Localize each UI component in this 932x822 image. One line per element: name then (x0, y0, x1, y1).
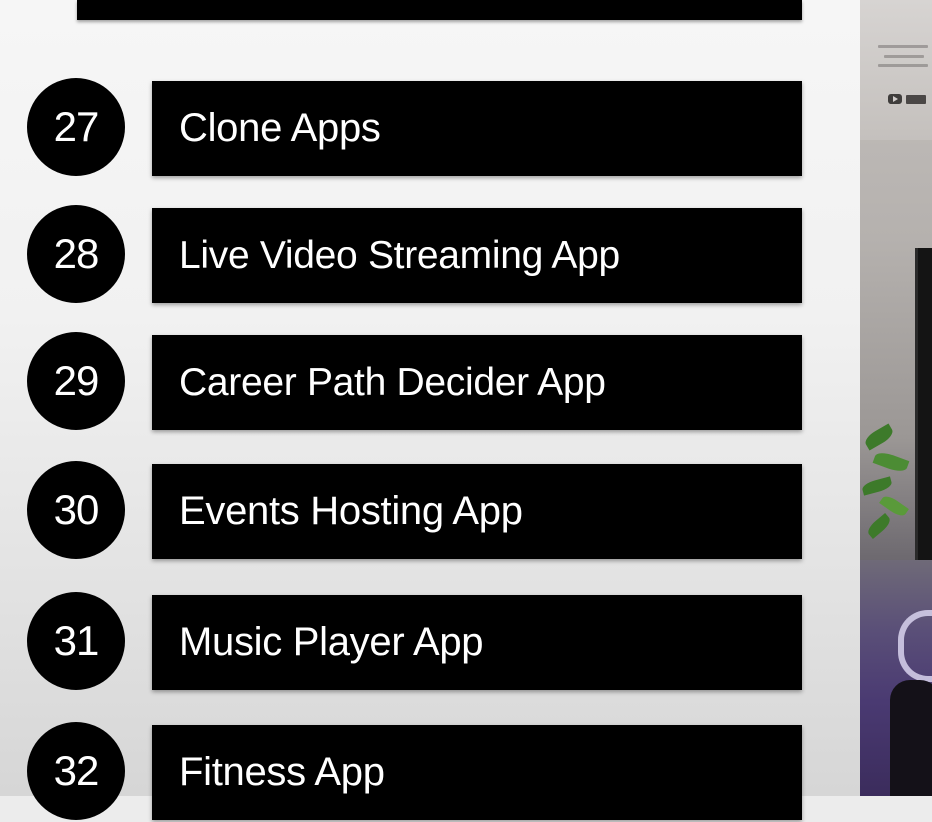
presenter-video-frame (860, 0, 932, 796)
list-item: 27 Clone Apps (0, 78, 860, 178)
list-item: 32 Fitness App (0, 722, 860, 822)
item-number-badge: 27 (27, 78, 125, 176)
item-label: Career Path Decider App (152, 335, 802, 430)
item-number-badge: 28 (27, 205, 125, 303)
item-number-badge: 31 (27, 592, 125, 690)
item-number-badge: 29 (27, 332, 125, 430)
list-item: 31 Music Player App (0, 592, 860, 692)
item-label: Clone Apps (152, 81, 802, 176)
item-label: Music Player App (152, 595, 802, 690)
wall-text-line (878, 45, 928, 48)
item-number-badge: 32 (27, 722, 125, 820)
item-label: Fitness App (152, 725, 802, 820)
list-panel: 27 Clone Apps 28 Live Video Streaming Ap… (0, 0, 860, 820)
previous-item-bar (77, 0, 802, 20)
item-label: Events Hosting App (152, 464, 802, 559)
list-item: 30 Events Hosting App (0, 461, 860, 561)
youtube-mark (888, 93, 930, 105)
item-label: Live Video Streaming App (152, 208, 802, 303)
list-item: 29 Career Path Decider App (0, 332, 860, 432)
plant-decoration (860, 400, 920, 550)
youtube-icon (888, 94, 902, 104)
wall-text-line (884, 55, 924, 58)
background-wall (860, 0, 932, 140)
wall-text-line (878, 64, 928, 67)
list-item: 28 Live Video Streaming App (0, 205, 860, 305)
presenter (890, 680, 932, 796)
youtube-wordmark (906, 94, 926, 104)
item-number-badge: 30 (27, 461, 125, 559)
